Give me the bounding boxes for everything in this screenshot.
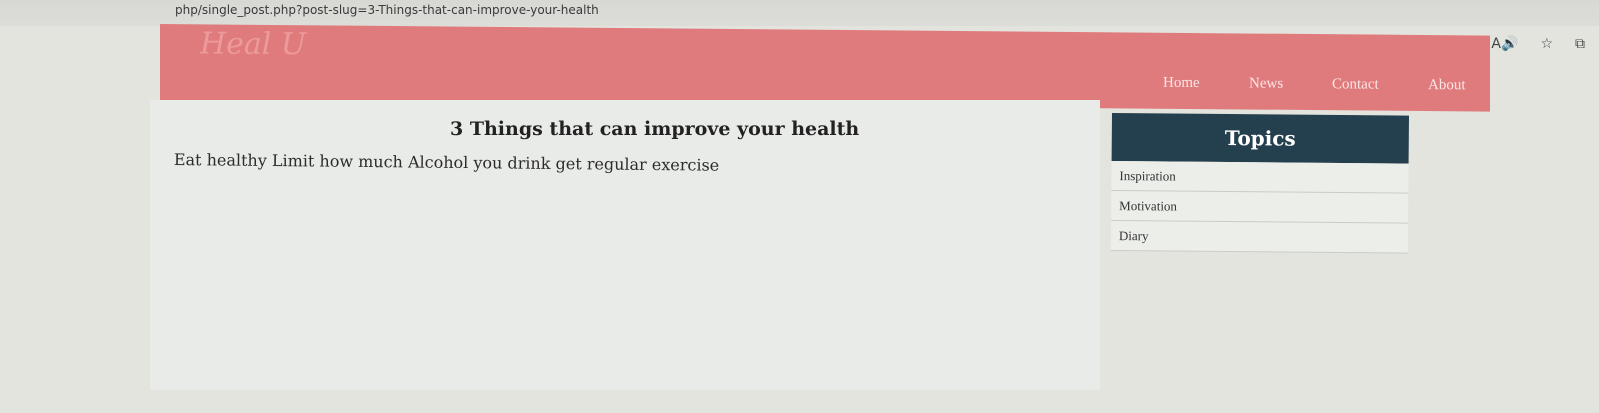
favorite-star-icon[interactable]: ☆: [1540, 36, 1553, 52]
nav-home-link[interactable]: Home: [1163, 75, 1200, 92]
post-content: 3 Things that can improve your health Ea…: [150, 100, 1100, 390]
post-title: 3 Things that can improve your health: [450, 118, 860, 140]
post-body: Eat healthy Limit how much Alcohol you d…: [173, 150, 720, 175]
topics-sidebar: Topics Inspiration Motivation Diary: [1110, 113, 1409, 254]
topic-item-motivation[interactable]: Motivation: [1111, 190, 1409, 224]
topics-header: Topics: [1111, 113, 1409, 164]
topic-item-inspiration[interactable]: Inspiration: [1111, 160, 1409, 194]
topic-list: Inspiration Motivation Diary: [1110, 160, 1409, 254]
nav-contact-link[interactable]: Contact: [1332, 76, 1379, 93]
browser-address-bar[interactable]: php/single_post.php?post-slug=3-Things-t…: [0, 0, 1599, 26]
nav-about-link[interactable]: About: [1428, 77, 1466, 94]
browser-toolbar-icons: A🔊 ☆ ⧉: [1491, 36, 1585, 52]
topic-item-diary[interactable]: Diary: [1110, 220, 1409, 254]
url-text[interactable]: php/single_post.php?post-slug=3-Things-t…: [175, 3, 599, 17]
nav-news-link[interactable]: News: [1249, 76, 1283, 93]
read-aloud-icon[interactable]: A🔊: [1491, 36, 1518, 52]
site-logo[interactable]: Heal U: [200, 26, 306, 62]
site-navbar: Heal U Home News Contact About: [160, 24, 1490, 112]
collections-icon[interactable]: ⧉: [1575, 36, 1585, 52]
nav-links: Home News Contact About: [160, 66, 1490, 94]
